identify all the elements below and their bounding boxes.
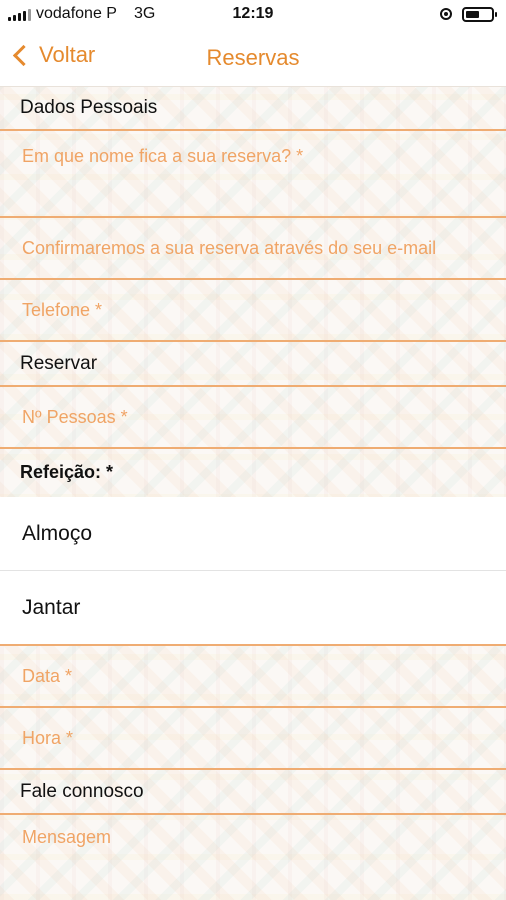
status-time: 12:19 [232,5,274,22]
section-header-personal: Dados Pessoais [0,86,506,131]
section-header-contact: Fale connosco [0,770,506,815]
email-field[interactable]: Confirmaremos a sua reserva através do s… [0,218,506,280]
meal-option-dinner[interactable]: Jantar [0,571,506,646]
time-field[interactable]: Hora * [0,708,506,770]
battery-icon [462,7,497,22]
name-field[interactable]: Em que nome fica a sua reserva? * [0,131,506,218]
people-count-field[interactable]: Nº Pessoas * [0,387,506,449]
reservation-form: Dados Pessoais Em que nome fica a sua re… [0,86,506,900]
date-field[interactable]: Data * [0,646,506,708]
message-field[interactable]: Mensagem [0,815,506,900]
meal-option-lunch[interactable]: Almoço [0,497,506,571]
battery-level [466,11,479,18]
orientation-lock-icon [440,8,452,20]
section-header-meal: Refeição: * [20,462,114,482]
navigation-bar: Voltar Reservas [0,30,506,87]
back-button[interactable]: Voltar [10,42,95,68]
section-header-reserve: Reservar [0,342,506,387]
phone-field[interactable]: Telefone * [0,280,506,342]
chevron-left-icon [12,44,35,66]
status-bar: vodafone P 3G 12:19 [0,0,506,30]
back-label: Voltar [39,42,96,67]
